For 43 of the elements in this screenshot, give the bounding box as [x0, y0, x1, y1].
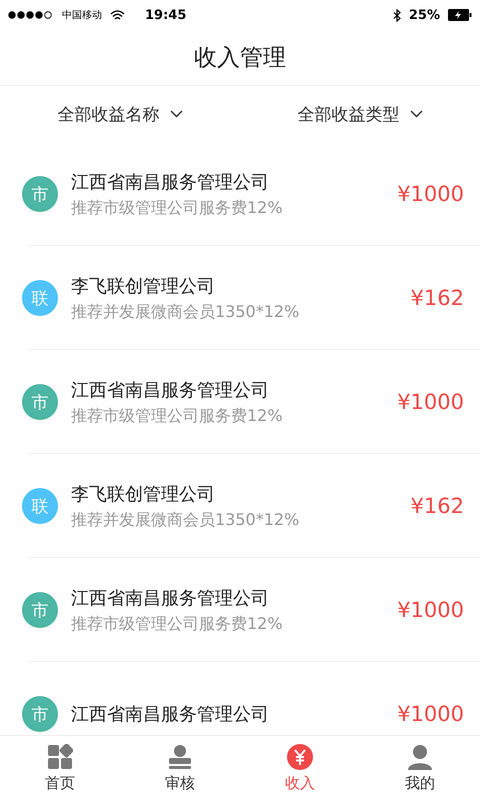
income-description: 推荐市级管理公司服务费12%: [71, 614, 284, 634]
company-name: 江西省南昌服务管理公司: [71, 170, 270, 194]
income-amount: ¥162: [410, 494, 464, 518]
category-badge: 联: [22, 488, 58, 524]
battery-percent: 25%: [408, 8, 440, 22]
income-amount: ¥1000: [397, 598, 464, 622]
chevron-down-icon: [170, 110, 182, 118]
income-description: 推荐并发展微商会员1350*12%: [71, 510, 300, 530]
income-description: 推荐市级管理公司服务费12%: [71, 406, 284, 426]
income-description: 推荐并发展微商会员1350*12%: [71, 302, 300, 322]
carrier-name: 中国移动: [62, 8, 102, 22]
category-badge: 市: [22, 592, 58, 628]
bluetooth-icon: [392, 8, 401, 22]
tab-item[interactable]: 审核: [120, 736, 240, 800]
tab-item[interactable]: 我的: [360, 736, 480, 800]
company-name: 江西省南昌服务管理公司: [71, 703, 270, 726]
page-title: 收入管理: [194, 44, 286, 73]
income-amount: ¥162: [410, 286, 464, 310]
income-amount: ¥1000: [397, 390, 464, 414]
company-name: 江西省南昌服务管理公司: [71, 378, 270, 402]
category-badge: 市: [22, 696, 58, 732]
company-name: 李飞联创管理公司: [71, 482, 216, 506]
tab-item[interactable]: 首页: [0, 736, 120, 800]
signal-icon: [8, 11, 54, 19]
category-badge: 联: [22, 280, 58, 316]
wifi-icon: [110, 10, 125, 20]
stamp-icon: [167, 744, 193, 770]
person-icon: [407, 744, 433, 770]
category-badge: 市: [22, 384, 58, 420]
category-badge: 市: [22, 176, 58, 212]
filter-dropdown[interactable]: 全部收益类型: [240, 102, 480, 126]
income-description: 推荐市级管理公司服务费12%: [71, 198, 284, 218]
company-name: 李飞联创管理公司: [71, 274, 216, 298]
battery-icon: [448, 9, 472, 21]
grid-icon: [47, 744, 73, 770]
filter-dropdown[interactable]: 全部收益名称: [0, 102, 240, 126]
yen-icon: [287, 744, 313, 770]
tab-item[interactable]: 收入: [240, 736, 360, 800]
income-amount: ¥1000: [397, 182, 464, 206]
clock-time: 19:45: [145, 8, 186, 22]
income-amount: ¥1000: [397, 702, 464, 726]
company-name: 江西省南昌服务管理公司: [71, 586, 270, 610]
chevron-down-icon: [410, 110, 422, 118]
